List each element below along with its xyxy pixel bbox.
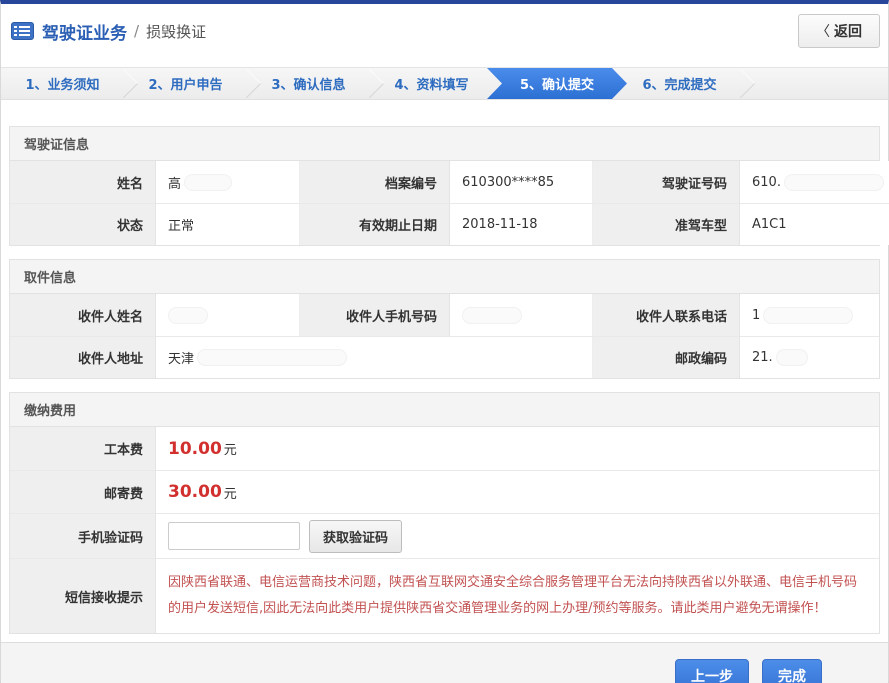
tab-step-2[interactable]: 2、用户申告 — [124, 68, 247, 99]
license-info-section: 驾驶证信息 姓名 高 档案编号 610300****85 驾驶证号码 610. … — [9, 126, 880, 246]
postage-fee-label: 邮寄费 — [10, 470, 156, 513]
postal-code-value: 21. — [740, 336, 879, 378]
tab-step-1[interactable]: 1、业务须知 — [1, 68, 124, 99]
footer-bar: 上一步 完成 — [1, 642, 888, 683]
file-number-label: 档案编号 — [300, 161, 450, 203]
recipient-mobile-value — [450, 294, 593, 336]
name-value: 高 — [156, 161, 300, 203]
status-value: 正常 — [156, 203, 300, 245]
redacted-value — [184, 174, 232, 191]
tab-step-5-active[interactable]: 5、确认提交 — [487, 68, 627, 99]
sms-code-label: 手机验证码 — [10, 513, 156, 558]
breadcrumb-separator: / — [134, 22, 139, 40]
recipient-phone-value: 1 — [740, 294, 879, 336]
get-code-button[interactable]: 获取验证码 — [309, 520, 402, 553]
tab-step-2-label: 2、用户申告 — [148, 74, 222, 93]
step-separator-chevron — [726, 69, 756, 99]
fees-section-title: 缴纳费用 — [10, 393, 879, 427]
previous-step-button[interactable]: 上一步 — [675, 659, 749, 683]
postage-fee-value: 30.00元 — [156, 470, 879, 513]
recipient-name-value — [156, 294, 300, 336]
production-fee-value: 10.00元 — [156, 427, 879, 470]
tab-step-4-label: 4、资料填写 — [394, 74, 468, 93]
address-value: 天津 — [156, 336, 593, 378]
recipient-mobile-label: 收件人手机号码 — [300, 294, 450, 336]
page-container: 驾驶证业务 / 损毁换证 〈 返回 1、业务须知 2、用户申告 3、确认信息 4… — [0, 0, 889, 683]
tab-step-6[interactable]: 6、完成提交 — [618, 68, 741, 99]
sms-notice-label: 短信接收提示 — [10, 558, 156, 633]
breadcrumb-current: 损毁换证 — [146, 21, 206, 42]
back-chevron-icon: 〈 — [816, 21, 830, 41]
redacted-value — [197, 349, 347, 366]
step-progress-bar: 1、业务须知 2、用户申告 3、确认信息 4、资料填写 5、确认提交 6、完成提… — [1, 67, 888, 100]
redacted-value — [776, 349, 808, 366]
recipient-phone-label: 收件人联系电话 — [593, 294, 740, 336]
tab-step-3[interactable]: 3、确认信息 — [247, 68, 370, 99]
pickup-info-section: 取件信息 收件人姓名 收件人手机号码 收件人联系电话 1 收件人地址 天津 — [9, 259, 880, 379]
back-button-label: 返回 — [834, 21, 862, 41]
tab-step-4[interactable]: 4、资料填写 — [370, 68, 493, 99]
expiry-label: 有效期止日期 — [300, 203, 450, 245]
tab-step-3-label: 3、确认信息 — [271, 74, 345, 93]
vehicle-type-label: 准驾车型 — [593, 203, 740, 245]
page-title: 驾驶证业务 — [42, 19, 127, 44]
finish-button[interactable]: 完成 — [762, 659, 822, 683]
tab-step-5-label: 5、确认提交 — [520, 74, 594, 93]
vehicle-type-value: A1C1 — [740, 203, 889, 245]
sms-code-row: 获取验证码 — [156, 513, 879, 558]
back-button[interactable]: 〈 返回 — [798, 14, 880, 48]
file-number-value: 610300****85 — [450, 161, 593, 203]
redacted-value — [462, 307, 522, 324]
production-fee-label: 工本费 — [10, 427, 156, 470]
pickup-section-title: 取件信息 — [10, 260, 879, 294]
redacted-value — [168, 307, 208, 324]
redacted-value — [763, 307, 853, 324]
tab-step-6-label: 6、完成提交 — [642, 74, 716, 93]
recipient-name-label: 收件人姓名 — [10, 294, 156, 336]
expiry-value: 2018-11-18 — [450, 203, 593, 245]
license-number-value: 610. — [740, 161, 889, 203]
fees-section: 缴纳费用 工本费 10.00元 邮寄费 30.00元 手机验证码 获取验证码 短… — [9, 392, 880, 634]
redacted-value — [784, 174, 884, 191]
license-section-title: 驾驶证信息 — [10, 127, 879, 161]
sms-notice-text: 因陕西省联通、电信运营商技术问题，陕西省互联网交通安全综合服务管理平台无法向持陕… — [156, 558, 879, 633]
header-bar: 驾驶证业务 / 损毁换证 〈 返回 — [1, 4, 888, 58]
status-label: 状态 — [10, 203, 156, 245]
license-form-icon — [11, 22, 34, 40]
name-label: 姓名 — [10, 161, 156, 203]
tab-step-1-label: 1、业务须知 — [25, 74, 99, 93]
license-number-label: 驾驶证号码 — [593, 161, 740, 203]
postal-code-label: 邮政编码 — [593, 336, 740, 378]
main-content: 驾驶证信息 姓名 高 档案编号 610300****85 驾驶证号码 610. … — [1, 100, 888, 634]
address-label: 收件人地址 — [10, 336, 156, 378]
sms-code-input[interactable] — [168, 522, 300, 550]
